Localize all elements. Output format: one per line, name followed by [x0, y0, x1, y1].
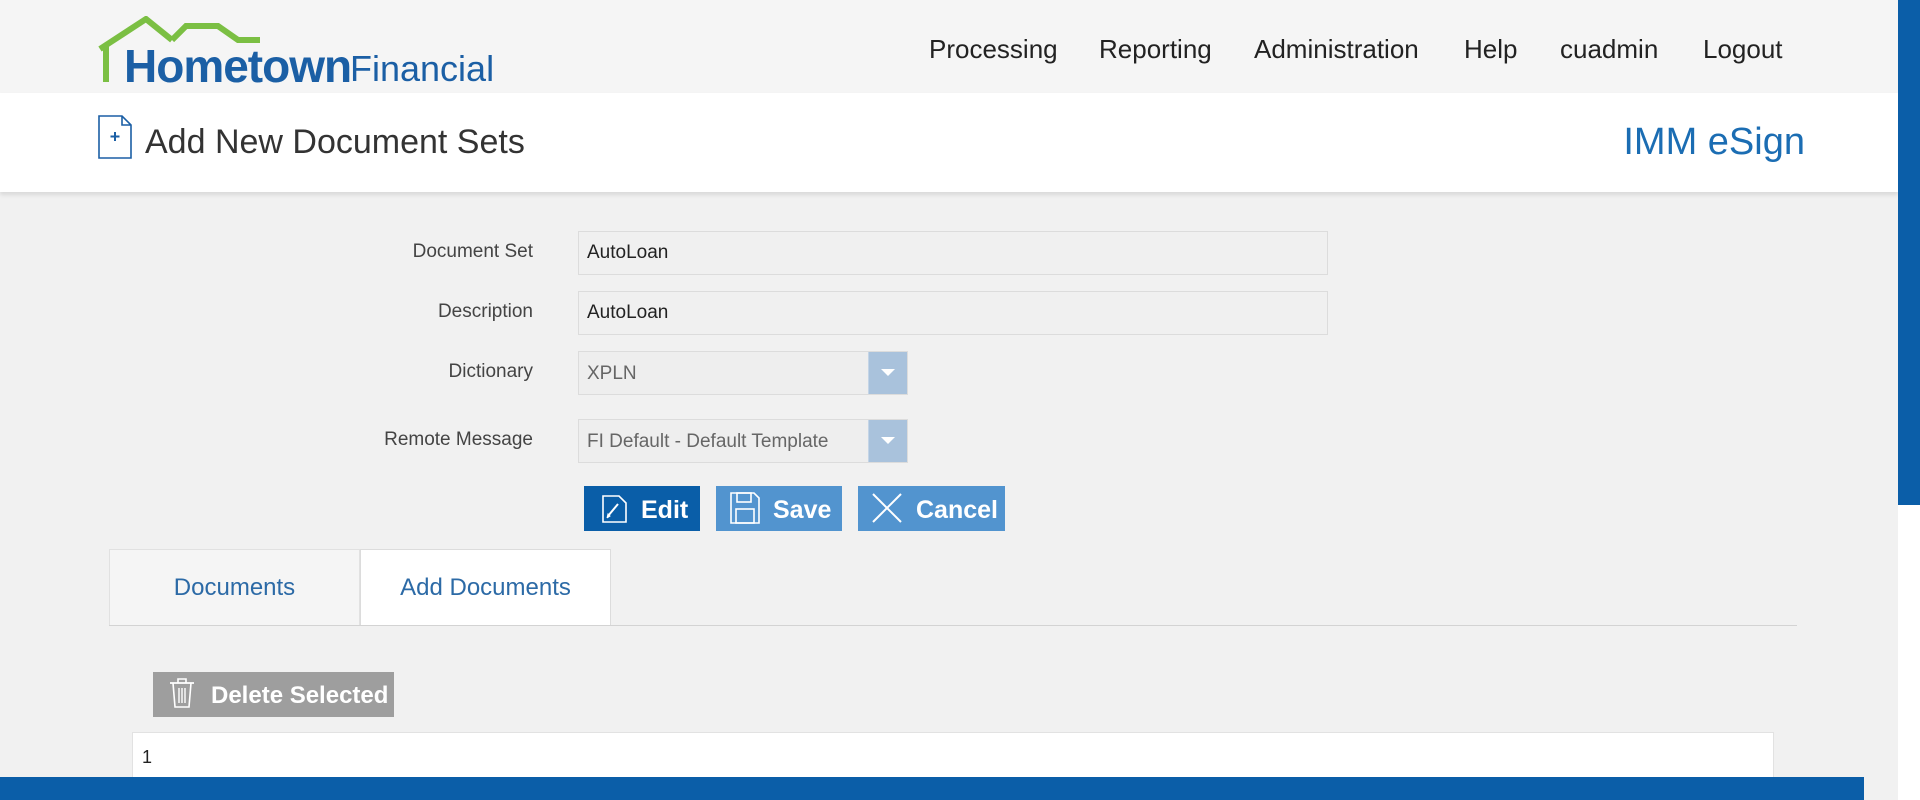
pencil-document-icon: [602, 495, 627, 523]
delete-selected-label: Delete Selected: [211, 682, 389, 709]
close-x-icon: [872, 493, 902, 523]
table-row[interactable]: 1: [142, 747, 152, 768]
dictionary-label: Dictionary: [448, 361, 533, 382]
chevron-down-icon: [881, 437, 895, 444]
bottom-bar: [0, 777, 1864, 800]
save-button-label: Save: [773, 496, 832, 524]
document-plus-icon: [98, 115, 132, 159]
vertical-scrollbar-thumb[interactable]: [1898, 0, 1920, 505]
delete-selected-button[interactable]: Delete Selected: [153, 672, 394, 717]
nav-administration[interactable]: Administration: [1254, 34, 1419, 65]
floppy-disk-icon: [730, 492, 760, 524]
page-title-bar: Add New Document Sets IMM eSign: [0, 93, 1898, 192]
nav-user[interactable]: cuadmin: [1560, 34, 1658, 65]
remote-message-select[interactable]: FI Default - Default Template: [578, 419, 908, 463]
document-set-input[interactable]: [578, 231, 1328, 275]
remote-message-label: Remote Message: [384, 429, 533, 450]
edit-button[interactable]: Edit: [584, 486, 700, 531]
dictionary-selected-value: XPLN: [587, 363, 637, 384]
cancel-button-label: Cancel: [916, 496, 998, 524]
dictionary-select[interactable]: XPLN: [578, 351, 908, 395]
tab-add-documents[interactable]: Add Documents: [360, 549, 611, 626]
nav-logout[interactable]: Logout: [1703, 34, 1783, 65]
dictionary-dropdown-toggle[interactable]: [868, 352, 907, 394]
nav-reporting[interactable]: Reporting: [1099, 34, 1212, 65]
description-input[interactable]: [578, 291, 1328, 335]
save-button[interactable]: Save: [716, 486, 842, 531]
trash-can-icon: [170, 678, 194, 708]
tab-documents-label: Documents: [173, 574, 296, 601]
edit-button-label: Edit: [641, 496, 689, 524]
tab-divider: [109, 625, 1797, 626]
page-title: Add New Document Sets: [145, 123, 525, 161]
product-name: IMM eSign: [1623, 121, 1805, 163]
top-header: Hometown Financial Processing Reporting …: [0, 0, 1898, 93]
remote-message-selected-value: FI Default - Default Template: [587, 431, 829, 452]
remote-message-dropdown-toggle[interactable]: [868, 420, 907, 462]
main-nav: Processing Reporting Administration Help…: [0, 34, 1920, 68]
description-label: Description: [437, 301, 533, 322]
document-set-label: Document Set: [412, 241, 533, 262]
nav-help[interactable]: Help: [1464, 34, 1517, 65]
tab-add-documents-label: Add Documents: [400, 574, 571, 601]
tab-documents[interactable]: Documents: [109, 549, 360, 626]
nav-processing[interactable]: Processing: [929, 34, 1058, 65]
chevron-down-icon: [881, 369, 895, 376]
cancel-button[interactable]: Cancel: [858, 486, 1005, 531]
